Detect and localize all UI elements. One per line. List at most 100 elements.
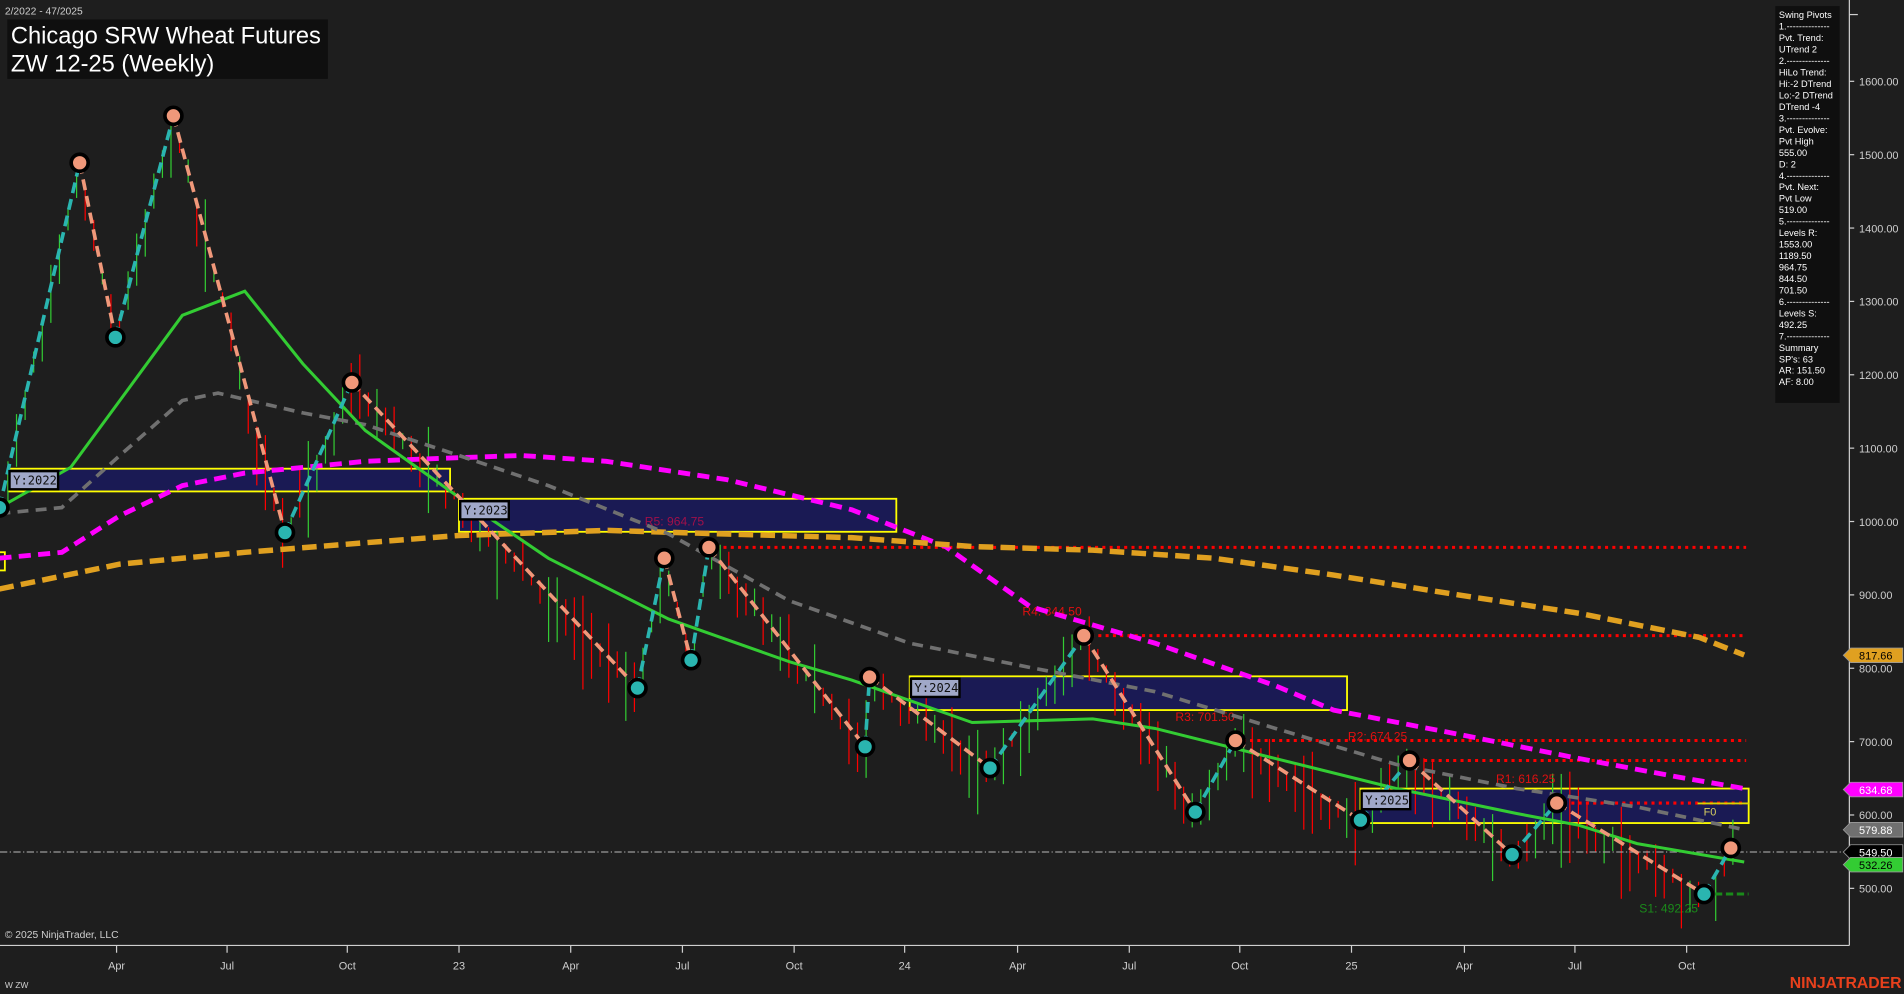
info-line: Pvt Low [1779, 194, 1812, 204]
info-line: Pvt High [1779, 136, 1814, 146]
swing-low-marker [1352, 812, 1369, 829]
info-line: DTrend -4 [1779, 102, 1820, 112]
price-tick-label: 600.00 [1859, 810, 1892, 822]
price-chart[interactable]: R5: 964.75R4: 844.50R3: 701.50R2: 674.25… [0, 0, 1904, 994]
info-line: 1189.50 [1779, 251, 1812, 261]
swing-high-marker [1227, 732, 1244, 749]
year-box-label: Y:2024 [915, 681, 959, 695]
info-line: D: 2 [1779, 159, 1796, 169]
info-line: 492.25 [1779, 320, 1807, 330]
info-line: 4.-------------- [1779, 171, 1830, 181]
swing-low-marker [0, 499, 8, 516]
year-box [8, 469, 450, 492]
info-line: Lo:-2 DTrend [1779, 90, 1833, 100]
price-tick-label: 1200.00 [1859, 370, 1898, 382]
price-marker: 579.88 [1843, 822, 1903, 837]
swing-high-marker [1722, 840, 1739, 857]
time-tick-label: Apr [1456, 961, 1473, 973]
price-tick-label: 1000.00 [1859, 517, 1898, 529]
info-line: 1553.00 [1779, 240, 1812, 250]
time-tick-label: Oct [339, 961, 356, 973]
chart-subtitle: ZW 12-25 (Weekly) [11, 52, 214, 78]
year-box-label: Y:2025 [1365, 793, 1409, 807]
info-line: Pvt. Evolve: [1779, 125, 1828, 135]
price-tick-label: 1300.00 [1859, 297, 1898, 309]
price-tick-label: 1500.00 [1859, 150, 1898, 162]
info-line: Hi:-2 DTrend [1779, 79, 1831, 89]
time-tick-label: 24 [899, 961, 911, 973]
swing-low-marker [629, 680, 646, 697]
time-tick-label: Apr [562, 961, 579, 973]
info-line: 7.-------------- [1779, 331, 1830, 341]
time-tick-label: Oct [1678, 961, 1695, 973]
price-marker-value: 532.26 [1859, 860, 1892, 872]
price-tick-label: 1600.00 [1859, 77, 1898, 89]
info-line: AF: 8.00 [1779, 377, 1814, 387]
chart-title: Chicago SRW Wheat Futures [11, 24, 321, 50]
price-marker-value: 634.68 [1859, 785, 1892, 797]
price-tick-label: 900.00 [1859, 590, 1892, 602]
info-line: 2.-------------- [1779, 56, 1830, 66]
price-marker-value: 817.66 [1859, 651, 1892, 663]
chart-background [0, 0, 1904, 994]
price-tick-label: 800.00 [1859, 663, 1892, 675]
time-tick-label: Jul [1122, 961, 1136, 973]
time-tick-label: 23 [453, 961, 465, 973]
year-box-label: Y:2022 [13, 473, 57, 487]
info-line: 555.00 [1779, 148, 1807, 158]
time-tick-label: Jul [220, 961, 234, 973]
instrument-tag: W ZW [5, 980, 29, 990]
price-marker: 817.66 [1843, 648, 1903, 663]
time-tick-label: Apr [108, 961, 125, 973]
info-line: Swing Pivots [1779, 10, 1832, 20]
swing-low-marker [982, 760, 999, 777]
price-tick-label: 1100.00 [1859, 443, 1898, 455]
resistance-level-label: R3: 701.50 [1175, 710, 1235, 724]
info-line: AR: 151.50 [1779, 366, 1825, 376]
swing-high-marker [700, 539, 717, 556]
info-line: SP's: 63 [1779, 354, 1813, 364]
copyright: © 2025 NinjaTrader, LLC [5, 930, 119, 941]
swing-low-marker [857, 738, 874, 755]
info-line: 964.75 [1779, 263, 1807, 273]
price-tick-label: 500.00 [1859, 884, 1892, 896]
info-line: Levels S: [1779, 308, 1817, 318]
price-marker: 532.26 [1843, 857, 1903, 872]
swing-low-marker [1696, 886, 1713, 903]
year-box [910, 676, 1347, 710]
support-level-label: S1: 492.25 [1639, 902, 1698, 916]
swing-low-marker [1504, 846, 1521, 863]
swing-high-marker [861, 669, 878, 686]
swing-low-marker [683, 652, 700, 669]
price-tick-label: 1400.00 [1859, 223, 1898, 235]
info-line: 6.-------------- [1779, 297, 1830, 307]
info-line: Summary [1779, 343, 1819, 353]
time-tick-label: Oct [786, 961, 803, 973]
swing-high-marker [343, 374, 360, 391]
info-line: HiLo Trend: [1779, 68, 1827, 78]
swing-high-marker [1401, 752, 1418, 769]
price-marker: 634.68 [1843, 782, 1903, 797]
swing-high-marker [656, 550, 673, 567]
info-line: Pvt. Trend: [1779, 33, 1824, 43]
resistance-level-label: R4: 844.50 [1022, 604, 1082, 618]
year-box-label: Y:2023 [464, 504, 508, 518]
info-line: 519.00 [1779, 205, 1807, 215]
swing-low-marker [107, 329, 124, 346]
fib-label: F0 [1704, 807, 1717, 819]
swing-high-marker [71, 154, 88, 171]
resistance-level-label: R1: 616.25 [1496, 772, 1556, 786]
price-marker-value: 579.88 [1859, 825, 1892, 837]
time-tick-label: 25 [1345, 961, 1357, 973]
time-tick-label: Jul [675, 961, 689, 973]
info-line: 701.50 [1779, 285, 1807, 295]
time-tick-label: Oct [1231, 961, 1248, 973]
swing-low-marker [1187, 804, 1204, 821]
time-tick-label: Jul [1568, 961, 1582, 973]
time-tick-label: Apr [1009, 961, 1026, 973]
price-tick-label: 700.00 [1859, 737, 1892, 749]
resistance-level-label: R2: 674.25 [1348, 729, 1408, 743]
date-range: 2/2022 - 47/2025 [5, 7, 83, 18]
info-line: UTrend 2 [1779, 45, 1817, 55]
info-line: 844.50 [1779, 274, 1807, 284]
